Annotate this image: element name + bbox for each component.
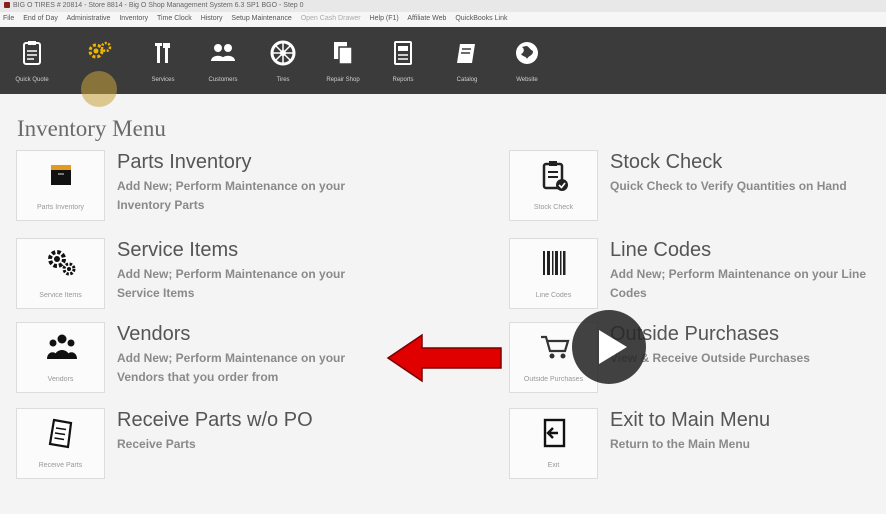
report-icon [394,41,412,65]
menu-file[interactable]: File [3,15,14,22]
item-description: Add New; Perform Maintenance on your Ven… [117,351,346,384]
service-items-tile-button[interactable]: Service Items [16,238,105,309]
item-description: Add New; Perform Maintenance on your Lin… [610,267,867,300]
toolbar-label: Website [516,77,538,83]
item-heading[interactable]: Receive Parts w/o PO [117,409,313,432]
parts-inventory-tile-button[interactable]: Parts Inventory [16,150,105,221]
video-play-button[interactable] [572,310,646,384]
tire-icon [270,40,296,66]
globe-icon [516,42,538,64]
item-heading[interactable]: Service Items [117,239,238,262]
window-title: BIG O TIRES # 20814 - Store 8814 - Big O… [13,2,304,9]
box-icon [51,165,71,185]
menu-time-clock[interactable]: Time Clock [157,15,192,22]
item-description: Return to the Main Menu [610,437,750,451]
tile-label: Outside Purchases [523,376,584,383]
toolbar-label: Quick Quote [15,77,49,83]
line-codes-tile-button[interactable]: Line Codes [509,238,598,309]
item-heading[interactable]: Stock Check [610,151,722,174]
toolbar-inventory-button[interactable] [79,27,119,107]
toolbar-label: Reports [392,77,414,83]
toolbar-customers-button[interactable]: Customers [203,27,243,94]
group-icon [47,334,77,359]
menu-open-cash-drawer[interactable]: Open Cash Drawer [301,15,361,22]
exit-tile-button[interactable]: Exit [509,408,598,479]
toolbar-website-button[interactable]: Website [507,27,547,94]
documents-icon [334,42,353,65]
item-description: Add New; Perform Maintenance on your Ser… [117,267,346,300]
wrench-icon [155,43,170,63]
item-description: Receive Parts [117,437,196,451]
menu-administrative[interactable]: Administrative [66,15,110,22]
toolbar-label: Tires [276,77,290,83]
receipt-icon [48,418,73,449]
tile-label: Parts Inventory [36,204,85,211]
item-description: Add New; Perform Maintenance on your Inv… [117,179,346,212]
menu-inventory[interactable]: Inventory [119,15,148,22]
item-heading[interactable]: Parts Inventory [117,151,252,174]
gears-icon [48,250,76,276]
catalog-icon [457,44,475,63]
tile-label: Vendors [47,376,74,383]
item-heading[interactable]: Vendors [117,323,190,346]
item-heading[interactable]: Exit to Main Menu [610,409,770,432]
cart-icon [541,335,570,359]
barcode-icon [543,251,566,275]
tile-label: Line Codes [535,292,572,299]
gears-icon [88,41,112,59]
toolbar-label: Customers [208,77,238,83]
exit-icon [543,418,566,448]
item-heading[interactable]: Line Codes [610,239,711,262]
toolbar-label: Repair Shop [326,77,360,83]
toolbar-label: Services [151,77,175,83]
menu-quickbooks-link[interactable]: QuickBooks Link [455,15,507,22]
tile-label: Service Items [39,292,82,299]
tile-label: Receive Parts [38,462,83,469]
red-arrow-icon [386,333,502,383]
people-icon [211,44,235,61]
item-description: View & Receive Outside Purchases [610,351,810,365]
vendors-tile-button[interactable]: Vendors [16,322,105,393]
menu-end-of-day[interactable]: End of Day [23,15,58,22]
play-icon [599,330,627,364]
window-titlebar: BIG O TIRES # 20814 - Store 8814 - Big O… [0,0,886,12]
tile-label: Stock Check [533,204,574,211]
menu-help[interactable]: Help (F1) [370,15,399,22]
menu-history[interactable]: History [201,15,223,22]
clipboard-icon [23,41,41,65]
main-toolbar: Quick Quote Services Customers Tires Rep… [0,27,886,107]
page-title: Inventory Menu [17,116,166,141]
toolbar-services-button[interactable]: Services [143,27,183,94]
toolbar-repair-shop-button[interactable]: Repair Shop [323,27,363,94]
toolbar-catalog-button[interactable]: Catalog [447,27,487,94]
tile-label: Exit [547,462,560,469]
app-icon [4,2,10,8]
menu-setup-maintenance[interactable]: Setup Maintenance [231,15,291,22]
menu-affiliate-web[interactable]: Affiliate Web [407,15,446,22]
receive-parts-tile-button[interactable]: Receive Parts [16,408,105,479]
menu-bar: File End of Day Administrative Inventory… [0,12,886,26]
toolbar-reports-button[interactable]: Reports [383,27,423,94]
toolbar-selected-halo [81,71,117,107]
toolbar-label: Catalog [456,77,478,83]
toolbar-quick-quote-button[interactable]: Quick Quote [12,27,52,94]
toolbar-tires-button[interactable]: Tires [263,27,303,94]
stock-check-tile-button[interactable]: Stock Check [509,150,598,221]
checklist-icon [542,161,568,191]
item-description: Quick Check to Verify Quantities on Hand [610,179,847,193]
